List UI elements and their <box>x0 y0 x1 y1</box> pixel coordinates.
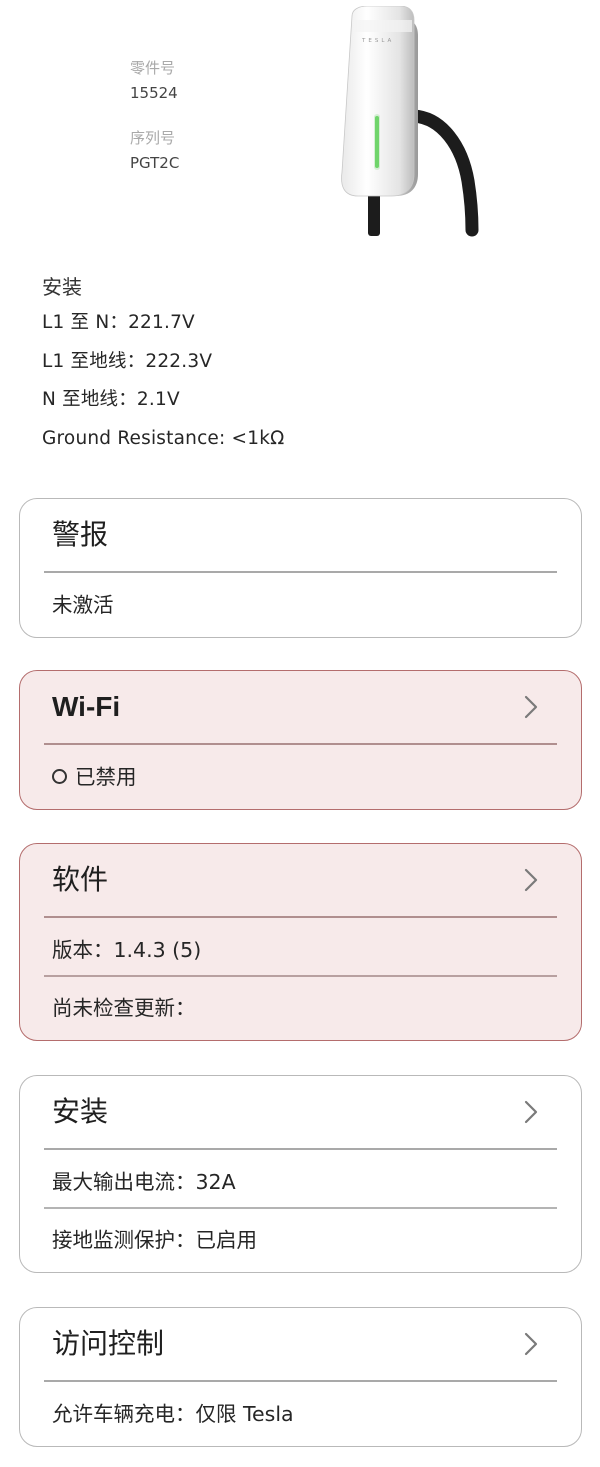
software-card-header[interactable]: 软件 <box>44 844 557 918</box>
l1-to-ground-voltage: L1 至地线：222.3V <box>42 350 213 372</box>
alerts-card-title: 警报 <box>52 518 109 551</box>
part-number-value: 15524 <box>130 84 178 102</box>
software-card[interactable]: 软件 版本：1.4.3 (5) 尚未检查更新： <box>19 843 582 1041</box>
device-header: 零件号 15524 序列号 PGT2C TESLA <box>0 0 600 250</box>
installation-diagnostics: 安装 L1 至 N：221.7V L1 至地线：222.3V N 至地线：2.1… <box>42 270 562 458</box>
alerts-card: 警报 未激活 <box>19 498 582 638</box>
installation-card[interactable]: 安装 最大输出电流：32A 接地监测保护：已启用 <box>19 1075 582 1273</box>
svg-text:TESLA: TESLA <box>361 38 394 44</box>
serial-number-value: PGT2C <box>130 154 180 172</box>
ground-monitoring-protection: 接地监测保护：已启用 <box>52 1228 257 1252</box>
chevron-right-icon[interactable] <box>519 1330 543 1358</box>
installation-card-title: 安装 <box>52 1095 109 1128</box>
wifi-status-row: 已禁用 <box>52 757 557 797</box>
software-version: 版本：1.4.3 (5) <box>52 938 202 962</box>
l1-to-n-voltage: L1 至 N：221.7V <box>42 312 195 333</box>
alerts-card-header: 警报 <box>44 499 557 573</box>
software-card-title: 软件 <box>52 863 109 896</box>
wall-connector-image: TESLA <box>341 6 479 237</box>
part-number-block: 零件号 15524 <box>130 58 186 104</box>
serial-number-block: 序列号 PGT2C <box>130 128 186 174</box>
installation-divider <box>44 1207 557 1209</box>
ground-resistance: Ground Resistance: <1kΩ <box>42 427 285 449</box>
installation-diagnostics-title: 安装 <box>42 275 82 299</box>
wifi-status: 已禁用 <box>75 765 137 789</box>
wifi-card[interactable]: Wi-Fi 已禁用 <box>19 670 582 810</box>
chevron-right-icon[interactable] <box>519 866 543 894</box>
access-control-card-header[interactable]: 访问控制 <box>44 1308 557 1382</box>
status-dot-icon <box>52 768 67 784</box>
wifi-card-header[interactable]: Wi-Fi <box>44 671 557 745</box>
access-control-card[interactable]: 访问控制 允许车辆充电：仅限 Tesla <box>19 1307 582 1447</box>
n-to-ground-voltage: N 至地线：2.1V <box>42 389 180 410</box>
max-output-current: 最大输出电流：32A <box>52 1170 236 1194</box>
alerts-status: 未激活 <box>52 593 114 617</box>
installation-card-header[interactable]: 安装 <box>44 1076 557 1150</box>
chevron-right-icon[interactable] <box>519 1098 543 1126</box>
software-update-check: 尚未检查更新： <box>52 996 196 1020</box>
wifi-card-title: Wi-Fi <box>52 691 121 722</box>
chevron-right-icon[interactable] <box>519 693 543 721</box>
part-number-label: 零件号 <box>130 59 176 77</box>
allowed-vehicles: 允许车辆充电：仅限 Tesla <box>52 1402 294 1426</box>
software-divider <box>44 975 557 977</box>
serial-number-label: 序列号 <box>130 129 176 147</box>
access-control-card-title: 访问控制 <box>52 1327 165 1360</box>
